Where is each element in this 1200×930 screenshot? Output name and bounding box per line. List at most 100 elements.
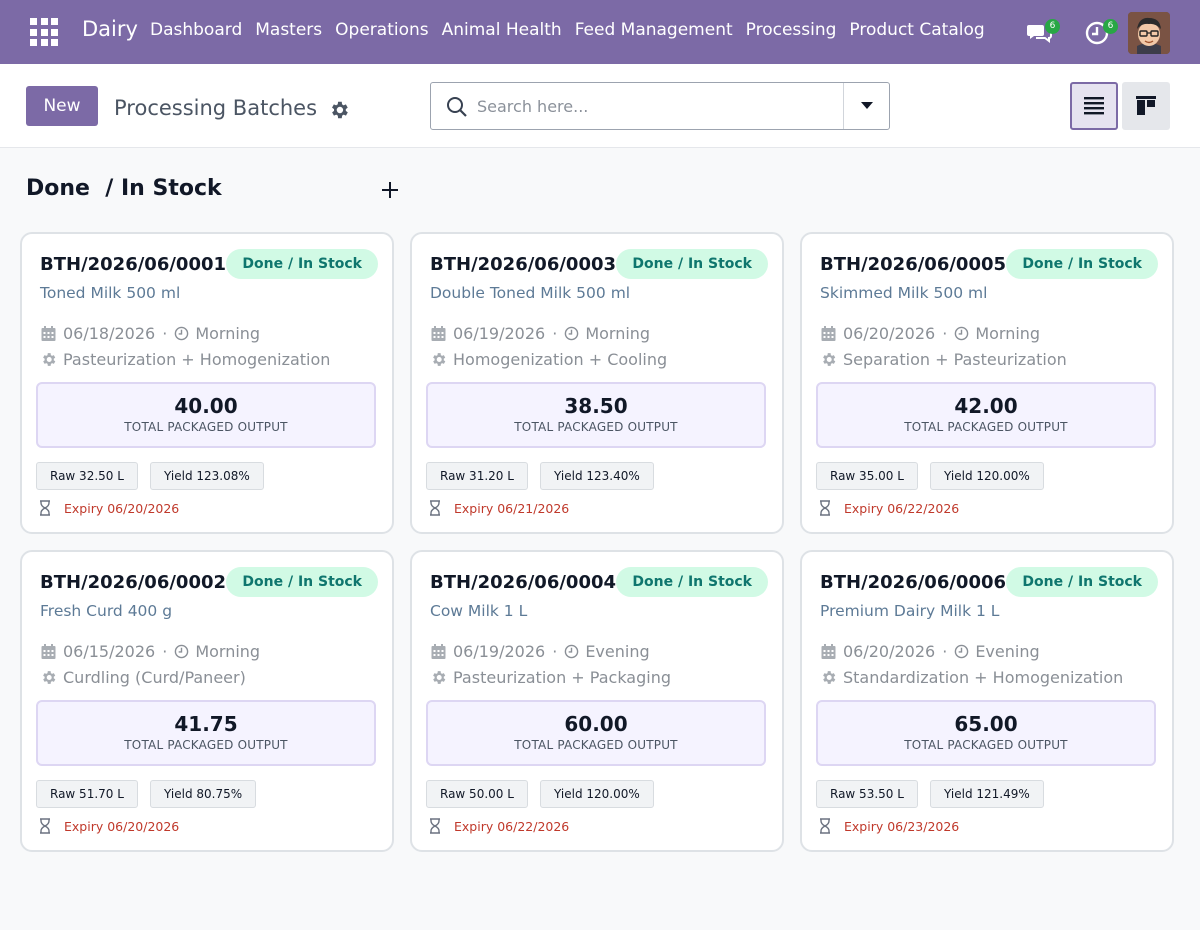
packaged-output-box: 41.75 TOTAL PACKAGED OUTPUT <box>36 700 376 766</box>
menu-item-product-catalog[interactable]: Product Catalog <box>849 20 984 40</box>
raw-quantity-tag: Raw 31.20 L <box>426 462 528 490</box>
product-name: Double Toned Milk 500 ml <box>430 284 631 302</box>
batch-card[interactable]: BTH/2026/06/0003 Done / In Stock Double … <box>410 232 784 534</box>
separator-dot: · <box>552 324 558 343</box>
calendar-icon <box>41 644 56 659</box>
menu-item-masters[interactable]: Masters <box>255 20 322 40</box>
menu-item-operations[interactable]: Operations <box>335 20 428 40</box>
kanban-view-icon <box>1136 96 1156 115</box>
status-badge: Done / In Stock <box>226 567 378 597</box>
hourglass-icon <box>430 500 440 516</box>
packaged-output-label: TOTAL PACKAGED OUTPUT <box>904 738 1068 752</box>
kanban-view-button[interactable] <box>1122 82 1170 130</box>
date-shift-line: 06/19/2026 · Morning <box>430 324 650 343</box>
process-name: Curdling (Curd/Paneer) <box>63 668 246 687</box>
batch-card[interactable]: BTH/2026/06/0005 Done / In Stock Skimmed… <box>800 232 1174 534</box>
separator-dot: · <box>162 642 168 661</box>
batch-date: 06/20/2026 <box>843 324 936 343</box>
raw-quantity-tag: Raw 32.50 L <box>36 462 138 490</box>
gear-icon <box>433 671 446 684</box>
menu-item-animal-health[interactable]: Animal Health <box>442 20 562 40</box>
kanban-column-title: Done / In Stock <box>26 176 222 201</box>
menu-item-processing[interactable]: Processing <box>746 20 837 40</box>
product-name: Cow Milk 1 L <box>430 602 528 620</box>
batch-reference: BTH/2026/06/0004 <box>430 572 617 593</box>
batch-shift: Morning <box>585 324 651 343</box>
caret-down-icon <box>860 102 873 109</box>
hourglass-icon <box>40 818 50 834</box>
hourglass-icon <box>820 500 830 516</box>
hourglass-icon <box>820 818 830 834</box>
search-icon <box>447 97 467 117</box>
date-shift-line: 06/15/2026 · Morning <box>40 642 260 661</box>
hourglass-icon <box>430 818 440 834</box>
calendar-icon <box>41 326 56 341</box>
expiry-line: Expiry 06/20/2026 <box>38 818 179 834</box>
search-options-toggle[interactable] <box>843 83 889 129</box>
yield-tag: Yield 123.08% <box>150 462 264 490</box>
list-view-button[interactable] <box>1070 82 1118 130</box>
clock-icon <box>955 644 969 659</box>
calendar-icon <box>431 644 446 659</box>
hourglass-icon <box>40 500 50 516</box>
packaged-output-label: TOTAL PACKAGED OUTPUT <box>904 420 1068 434</box>
packaged-output-label: TOTAL PACKAGED OUTPUT <box>514 738 678 752</box>
clock-icon <box>565 644 579 659</box>
gear-icon <box>43 671 56 684</box>
separator-dot: · <box>162 324 168 343</box>
packaged-output-label: TOTAL PACKAGED OUTPUT <box>124 738 288 752</box>
column-quick-add-button[interactable] <box>378 178 402 202</box>
raw-quantity-tag: Raw 35.00 L <box>816 462 918 490</box>
process-line: Pasteurization + Homogenization <box>40 350 330 369</box>
packaged-output-box: 60.00 TOTAL PACKAGED OUTPUT <box>426 700 766 766</box>
batch-date: 06/19/2026 <box>453 324 546 343</box>
packaged-output-label: TOTAL PACKAGED OUTPUT <box>124 420 288 434</box>
process-name: Pasteurization + Packaging <box>453 668 671 687</box>
clock-icon <box>565 326 579 341</box>
batch-shift: Morning <box>195 324 261 343</box>
process-name: Pasteurization + Homogenization <box>63 350 331 369</box>
raw-quantity-tag: Raw 51.70 L <box>36 780 138 808</box>
menu-item-dashboard[interactable]: Dashboard <box>150 20 242 40</box>
settings-gear-button[interactable] <box>328 99 350 121</box>
app-brand[interactable]: Dairy <box>82 17 138 41</box>
batch-date: 06/19/2026 <box>453 642 546 661</box>
menu-item-feed-management[interactable]: Feed Management <box>575 20 733 40</box>
clock-icon <box>175 644 189 659</box>
batch-card[interactable]: BTH/2026/06/0006 Done / In Stock Premium… <box>800 550 1174 852</box>
packaged-output-box: 42.00 TOTAL PACKAGED OUTPUT <box>816 382 1156 448</box>
status-badge: Done / In Stock <box>226 249 378 279</box>
batch-card[interactable]: BTH/2026/06/0004 Done / In Stock Cow Mil… <box>410 550 784 852</box>
messages-button[interactable]: 6 <box>1026 19 1060 46</box>
product-name: Premium Dairy Milk 1 L <box>820 602 1000 620</box>
date-shift-line: 06/19/2026 · Evening <box>430 642 650 661</box>
product-name: Skimmed Milk 500 ml <box>820 284 988 302</box>
clock-icon <box>175 326 189 341</box>
yield-tag: Yield 123.40% <box>540 462 654 490</box>
expiry-date: Expiry 06/21/2026 <box>454 500 570 516</box>
date-shift-line: 06/20/2026 · Evening <box>820 642 1040 661</box>
user-avatar[interactable] <box>1128 12 1170 54</box>
activities-button[interactable]: 6 <box>1084 19 1118 46</box>
batch-reference: BTH/2026/06/0006 <box>820 572 1007 593</box>
messages-count-badge: 6 <box>1045 19 1060 34</box>
batch-date: 06/20/2026 <box>843 642 936 661</box>
yield-tag: Yield 120.00% <box>930 462 1044 490</box>
batch-shift: Morning <box>195 642 261 661</box>
expiry-line: Expiry 06/20/2026 <box>38 500 179 516</box>
packaged-output-label: TOTAL PACKAGED OUTPUT <box>514 420 678 434</box>
batch-card[interactable]: BTH/2026/06/0002 Done / In Stock Fresh C… <box>20 550 394 852</box>
gear-icon <box>823 671 836 684</box>
process-line: Separation + Pasteurization <box>820 350 1067 369</box>
new-button[interactable]: New <box>26 86 98 126</box>
search-input[interactable] <box>477 93 837 119</box>
batch-reference: BTH/2026/06/0005 <box>820 254 1007 275</box>
batch-card[interactable]: BTH/2026/06/0001 Done / In Stock Toned M… <box>20 232 394 534</box>
apps-grid-icon[interactable] <box>30 18 58 46</box>
expiry-date: Expiry 06/22/2026 <box>454 818 570 834</box>
main-menu: Dashboard Masters Operations Animal Heal… <box>150 20 998 40</box>
yield-tag: Yield 121.49% <box>930 780 1044 808</box>
date-shift-line: 06/20/2026 · Morning <box>820 324 1040 343</box>
yield-tag: Yield 120.00% <box>540 780 654 808</box>
packaged-output-value: 42.00 <box>954 394 1018 418</box>
